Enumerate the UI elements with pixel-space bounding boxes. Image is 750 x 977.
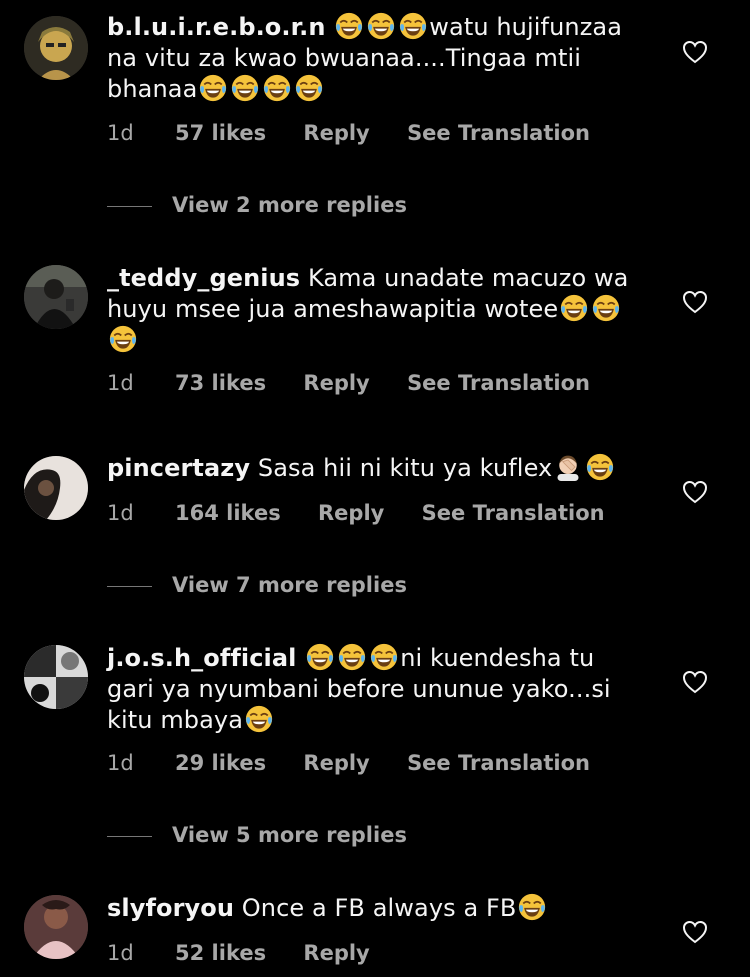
- see-translation-button[interactable]: See Translation: [407, 751, 590, 775]
- likes-count[interactable]: 52 likes: [175, 941, 266, 965]
- avatar-image: [24, 265, 88, 329]
- avatar-image: [24, 16, 88, 80]
- heart-outline-icon[interactable]: [682, 290, 708, 314]
- joy-emoji-icon: [263, 74, 291, 102]
- likes-count[interactable]: 29 likes: [175, 751, 266, 775]
- avatar[interactable]: [24, 16, 88, 80]
- reply-button[interactable]: Reply: [303, 121, 369, 145]
- avatar-image: [24, 456, 88, 520]
- divider-line: [107, 205, 152, 207]
- avatar[interactable]: [24, 265, 88, 329]
- comment-meta: 1d 57 likes Reply See Translation: [107, 121, 620, 145]
- see-translation-button[interactable]: See Translation: [422, 501, 605, 525]
- divider-line: [107, 585, 152, 587]
- joy-emoji-group-tail: [243, 706, 275, 734]
- facepalm-emoji-icon: [554, 453, 582, 481]
- comment-username[interactable]: slyforyou: [107, 894, 234, 922]
- view-more-replies-label: View 5 more replies: [172, 823, 407, 847]
- comment-username[interactable]: pincertazy: [107, 454, 250, 482]
- joy-emoji-icon: [560, 294, 588, 322]
- joy-emoji-group-tail: [516, 894, 548, 922]
- reply-button[interactable]: Reply: [303, 371, 369, 395]
- avatar[interactable]: [24, 895, 88, 959]
- comment-text: b.l.u.i.r.e.b.o.r.n watu hujifunzaa na v…: [107, 12, 647, 105]
- joy-emoji-icon: [199, 74, 227, 102]
- joy-emoji-icon: [586, 453, 614, 481]
- likes-count[interactable]: 73 likes: [175, 371, 266, 395]
- comment-username[interactable]: j.o.s.h_official: [107, 644, 297, 672]
- heart-outline-icon[interactable]: [682, 480, 708, 504]
- likes-count[interactable]: 164 likes: [175, 501, 281, 525]
- joy-emoji-icon: [306, 643, 334, 671]
- view-more-replies-label: View 7 more replies: [172, 573, 407, 597]
- joy-emoji-icon: [370, 643, 398, 671]
- joy-emoji-group-lead: [333, 13, 429, 41]
- comment-time: 1d: [107, 501, 134, 525]
- comment-body: Once a FB always a FB: [241, 894, 517, 922]
- joy-emoji-icon: [335, 12, 363, 40]
- comment-text: _teddy_genius Kama unadate macuzo wa huy…: [107, 263, 647, 356]
- comment-time: 1d: [107, 751, 134, 775]
- comment-time: 1d: [107, 941, 134, 965]
- comment-text: pincertazy Sasa hii ni kitu ya kuflex: [107, 453, 647, 484]
- comment-text: slyforyou Once a FB always a FB: [107, 893, 647, 924]
- avatar[interactable]: [24, 456, 88, 520]
- comment-text: j.o.s.h_official ni kuendesha tu gari ya…: [107, 643, 647, 736]
- joy-emoji-group-tail: [197, 75, 325, 103]
- heart-outline-icon[interactable]: [682, 40, 708, 64]
- heart-outline-icon[interactable]: [682, 920, 708, 944]
- joy-emoji-icon: [245, 705, 273, 733]
- comment-meta: 1d 164 likes Reply See Translation: [107, 501, 635, 525]
- comment-time: 1d: [107, 371, 134, 395]
- joy-emoji-icon: [399, 12, 427, 40]
- emoji-group-tail: [552, 454, 616, 482]
- avatar-image: [24, 895, 88, 959]
- reply-button[interactable]: Reply: [318, 501, 384, 525]
- view-more-replies-button[interactable]: View 7 more replies: [107, 573, 407, 597]
- view-more-replies-button[interactable]: View 2 more replies: [107, 193, 407, 217]
- joy-emoji-icon: [295, 74, 323, 102]
- view-more-replies-label: View 2 more replies: [172, 193, 407, 217]
- heart-outline-icon[interactable]: [682, 670, 708, 694]
- likes-count[interactable]: 57 likes: [175, 121, 266, 145]
- joy-emoji-icon: [109, 325, 137, 353]
- reply-button[interactable]: Reply: [303, 751, 369, 775]
- view-more-replies-button[interactable]: View 5 more replies: [107, 823, 407, 847]
- comment-time: 1d: [107, 121, 134, 145]
- see-translation-button[interactable]: See Translation: [407, 121, 590, 145]
- joy-emoji-icon: [367, 12, 395, 40]
- joy-emoji-icon: [518, 893, 546, 921]
- see-translation-button[interactable]: See Translation: [407, 371, 590, 395]
- comment-username[interactable]: _teddy_genius: [107, 264, 300, 292]
- comment-username[interactable]: b.l.u.i.r.e.b.o.r.n: [107, 13, 326, 41]
- comment-body: Sasa hii ni kitu ya kuflex: [257, 454, 553, 482]
- joy-emoji-icon: [592, 294, 620, 322]
- comment-meta: 1d 52 likes Reply: [107, 941, 400, 965]
- divider-line: [107, 835, 152, 837]
- joy-emoji-icon: [338, 643, 366, 671]
- joy-emoji-icon: [231, 74, 259, 102]
- comment-meta: 1d 73 likes Reply See Translation: [107, 371, 620, 395]
- avatar[interactable]: [24, 645, 88, 709]
- avatar-image: [24, 645, 88, 709]
- joy-emoji-group-lead: [304, 644, 400, 672]
- comment-meta: 1d 29 likes Reply See Translation: [107, 751, 620, 775]
- reply-button[interactable]: Reply: [303, 941, 369, 965]
